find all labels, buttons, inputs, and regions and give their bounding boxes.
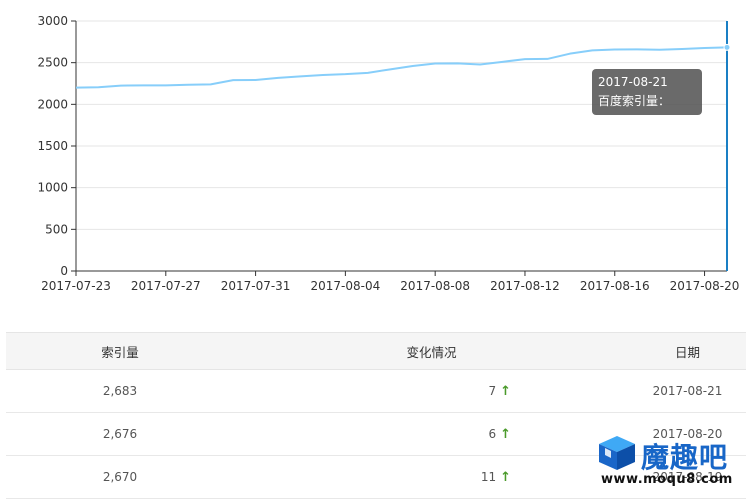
arrow-up-icon: ↑: [500, 469, 511, 485]
arrow-up-icon: ↑: [500, 383, 511, 399]
index-line-chart: 0 500 1000 1500 2000 2500 3000 2017-07-23 2017-0…: [37, 14, 740, 293]
cell-count: 2,670: [6, 455, 234, 499]
y-tick-label: 1000: [37, 181, 68, 195]
x-tick-label: 2017-08-20: [670, 279, 740, 293]
change-value: 6: [488, 426, 497, 441]
x-tick-label: 2017-08-04: [311, 279, 381, 293]
watermark-url: www.moqu8.com: [601, 472, 733, 487]
header-count[interactable]: 索引量: [6, 332, 234, 370]
table-row: 2,683 7 ↑ 2017-08-21: [6, 369, 746, 413]
cell-change: 11 ↑: [234, 455, 629, 499]
cell-change: 6 ↑: [234, 412, 629, 456]
x-tick-label: 2017-07-27: [131, 279, 201, 293]
data-point: [723, 43, 731, 51]
y-tick-label: 3000: [37, 14, 68, 28]
y-tick-label: 2000: [37, 97, 68, 111]
y-tick-label: 500: [45, 222, 68, 236]
cell-change: 7 ↑: [234, 369, 629, 413]
cell-date: 2017-08-21: [629, 369, 746, 413]
watermark-title: 魔趣吧: [641, 441, 729, 474]
x-tick-label: 2017-08-08: [400, 279, 470, 293]
x-tick-label: 2017-07-23: [41, 279, 111, 293]
y-tick-label: 0: [60, 264, 68, 278]
tooltip-value: 百度索引量：2683: [598, 94, 671, 127]
header-date[interactable]: 日期: [629, 332, 746, 370]
table-header-row: 索引量 变化情况 日期: [6, 332, 746, 370]
x-tick-label: 2017-08-12: [490, 279, 560, 293]
change-value: 11: [480, 469, 497, 484]
cell-count: 2,683: [6, 369, 234, 413]
header-change[interactable]: 变化情况: [234, 332, 629, 370]
chart-tooltip: 2017-08-21 百度索引量：2683: [592, 69, 702, 127]
y-tick-label: 1500: [37, 139, 68, 153]
arrow-up-icon: ↑: [500, 426, 511, 442]
site-watermark: 魔趣吧 www.moqu8.com: [597, 434, 743, 490]
tooltip-date: 2017-08-21: [598, 75, 668, 89]
cube-logo-icon: [599, 436, 635, 470]
y-tick-label: 2500: [37, 56, 68, 70]
cell-count: 2,676: [6, 412, 234, 456]
x-tick-label: 2017-07-31: [221, 279, 291, 293]
change-value: 7: [488, 383, 497, 398]
x-tick-label: 2017-08-16: [580, 279, 650, 293]
